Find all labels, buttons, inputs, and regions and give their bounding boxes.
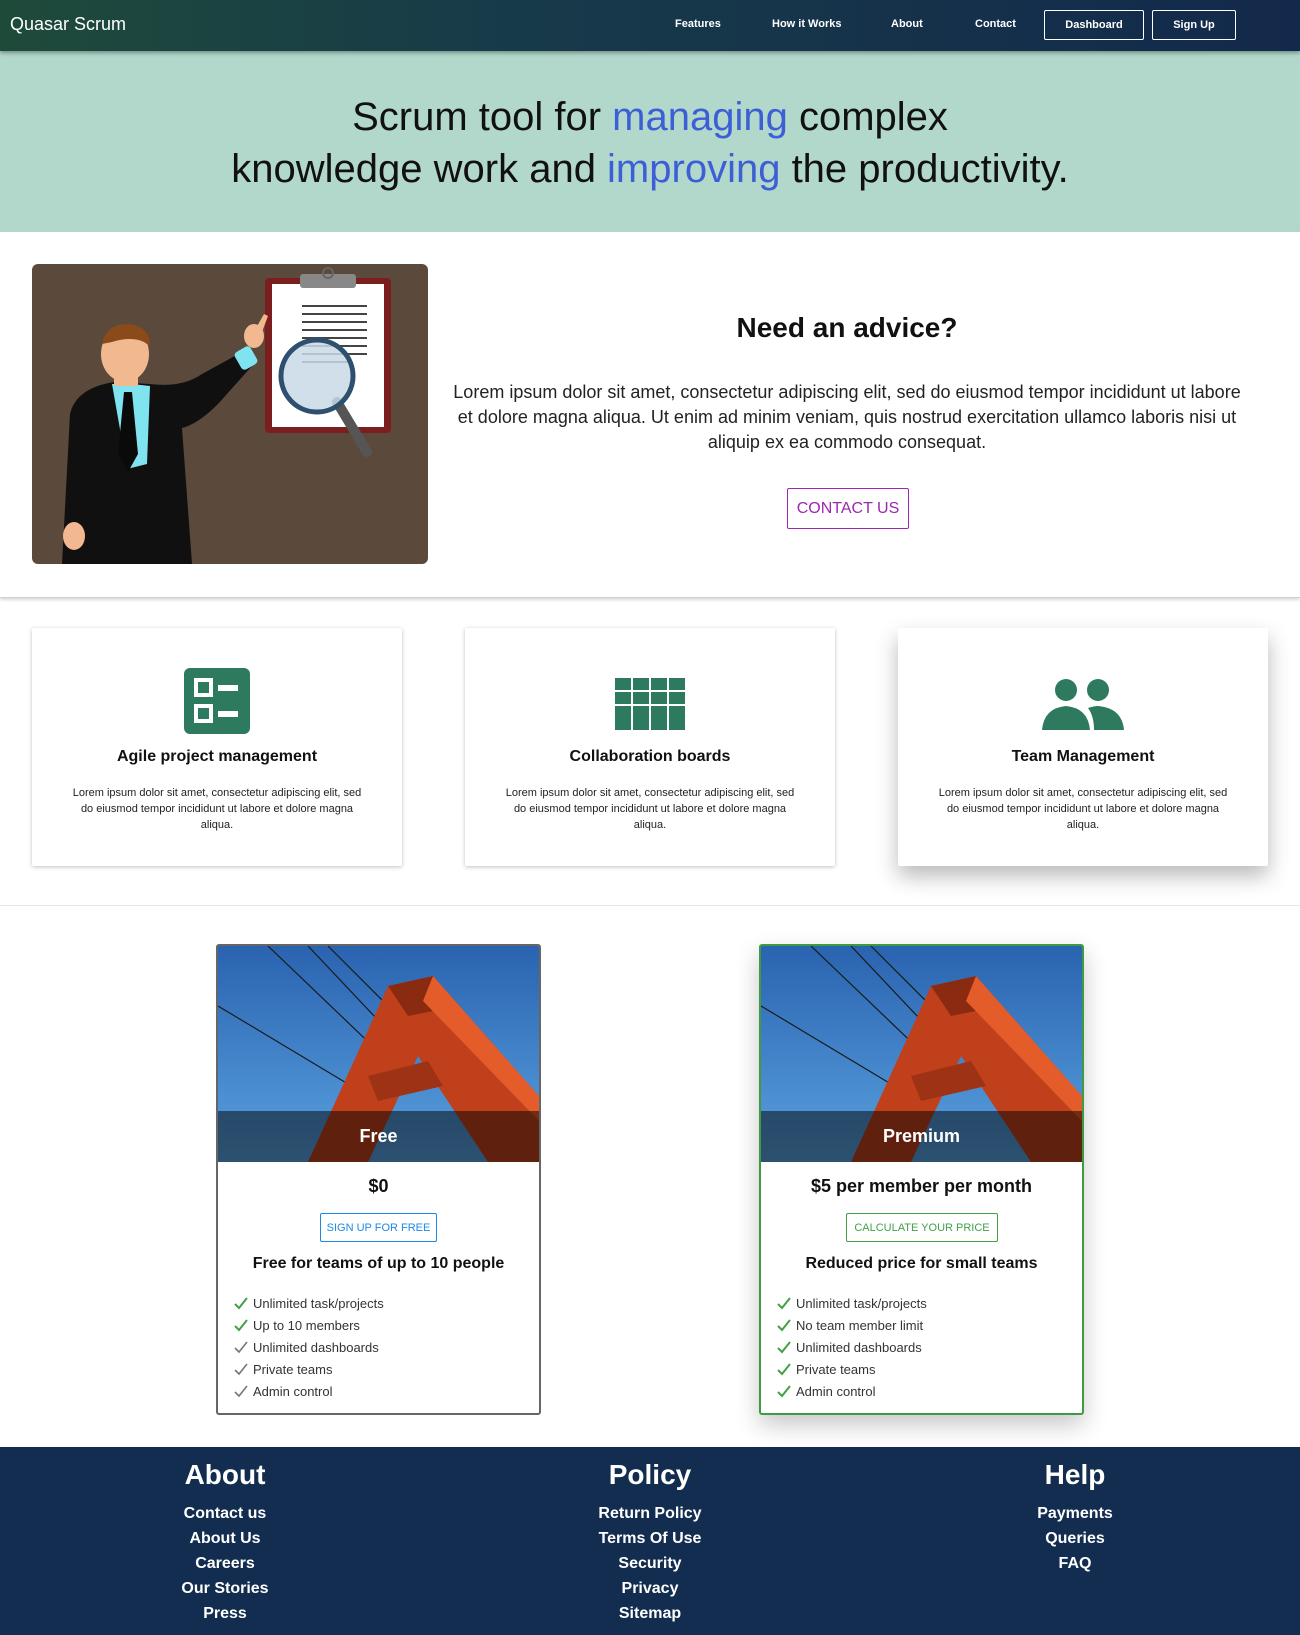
list-item: Admin control bbox=[233, 1380, 384, 1402]
footer-link[interactable]: Terms Of Use bbox=[520, 1526, 780, 1551]
footer-link[interactable]: Press bbox=[95, 1601, 355, 1626]
footer: About Contact us About Us Careers Our St… bbox=[0, 1447, 1300, 1635]
footer-heading: Policy bbox=[608, 1459, 692, 1490]
list-item: Unlimited task/projects bbox=[776, 1292, 927, 1314]
footer-link[interactable]: Sitemap bbox=[520, 1601, 780, 1626]
feature-title: Team Management bbox=[1011, 748, 1155, 765]
list-item: Private teams bbox=[233, 1358, 384, 1380]
plan-feature-label: Unlimited dashboards bbox=[796, 1339, 922, 1355]
list-item: Admin control bbox=[776, 1380, 927, 1402]
footer-heading: Help bbox=[1044, 1459, 1106, 1490]
plan-feature-label: Private teams bbox=[796, 1361, 876, 1377]
check-icon bbox=[777, 1319, 791, 1332]
footer-column-about: About Contact us About Us Careers Our St… bbox=[95, 1457, 355, 1626]
hero-text: Scrum tool for bbox=[352, 95, 613, 139]
plan-feature-label: Unlimited task/projects bbox=[796, 1295, 927, 1311]
list-item: Unlimited task/projects bbox=[233, 1292, 384, 1314]
footer-link[interactable]: Our Stories bbox=[95, 1576, 355, 1601]
footer-link[interactable]: Privacy bbox=[520, 1576, 780, 1601]
list-item: Unlimited dashboards bbox=[233, 1336, 384, 1358]
people-icon bbox=[898, 668, 1268, 738]
signup-button[interactable]: Sign Up bbox=[1152, 10, 1236, 40]
footer-column-help: Help Payments Queries FAQ bbox=[945, 1457, 1205, 1576]
hero-headline: Scrum tool for managing complex knowledg… bbox=[0, 91, 1300, 195]
grid-icon bbox=[465, 668, 835, 738]
footer-link[interactable]: Return Policy bbox=[520, 1501, 780, 1526]
plan-feature-label: Up to 10 members bbox=[253, 1317, 360, 1333]
nav-contact[interactable]: Contact bbox=[975, 18, 1016, 30]
hero-highlight: improving bbox=[607, 147, 781, 191]
nav-features[interactable]: Features bbox=[675, 18, 721, 30]
footer-link[interactable]: Queries bbox=[945, 1526, 1205, 1551]
feature-card: Team Management Lorem ipsum dolor sit am… bbox=[898, 628, 1268, 866]
check-icon bbox=[234, 1297, 248, 1310]
checklist-icon bbox=[32, 668, 402, 738]
brand-title[interactable]: Quasar Scrum bbox=[10, 14, 126, 35]
advice-title: Need an advice? bbox=[736, 312, 958, 343]
pricing-card-free: Free $0 SIGN UP FOR FREE Free for teams … bbox=[216, 944, 541, 1415]
feature-text: Lorem ipsum dolor sit amet, consectetur … bbox=[505, 787, 795, 831]
feature-title: Collaboration boards bbox=[569, 748, 731, 765]
pricing-card-premium: Premium $5 per member per month CALCULAT… bbox=[759, 944, 1084, 1415]
check-icon bbox=[777, 1297, 791, 1310]
top-navbar: Quasar Scrum Features How it Works About… bbox=[0, 0, 1300, 51]
plan-price: $0 bbox=[368, 1176, 389, 1196]
hero-highlight: managing bbox=[612, 95, 788, 139]
advice-section: Need an advice? Lorem ipsum dolor sit am… bbox=[0, 232, 1300, 598]
feature-title: Agile project management bbox=[116, 748, 318, 765]
list-item: Unlimited dashboards bbox=[776, 1336, 927, 1358]
plan-lead: Reduced price for small teams bbox=[805, 1255, 1038, 1272]
plan-feature-label: No team member limit bbox=[796, 1317, 924, 1333]
plan-feature-label: Admin control bbox=[253, 1383, 333, 1399]
footer-link[interactable]: About Us bbox=[95, 1526, 355, 1551]
plan-price: $5 per member per month bbox=[810, 1176, 1033, 1196]
nav-about[interactable]: About bbox=[891, 18, 923, 30]
check-icon bbox=[777, 1385, 791, 1398]
plan-feature-list: Unlimited task/projects No team member l… bbox=[776, 1292, 927, 1402]
footer-link[interactable]: Contact us bbox=[95, 1501, 355, 1526]
contact-us-button[interactable]: CONTACT US bbox=[787, 488, 909, 529]
list-item: Up to 10 members bbox=[233, 1314, 384, 1336]
hero-text: the productivity. bbox=[780, 147, 1069, 191]
check-icon bbox=[234, 1385, 248, 1398]
plan-feature-label: Unlimited task/projects bbox=[253, 1295, 384, 1311]
plan-lead: Free for teams of up to 10 people bbox=[252, 1255, 505, 1272]
footer-link[interactable]: Careers bbox=[95, 1551, 355, 1576]
dashboard-button[interactable]: Dashboard bbox=[1044, 10, 1144, 40]
hero-text: complex bbox=[787, 95, 948, 139]
advice-text: Lorem ipsum dolor sit amet, consectetur … bbox=[453, 382, 1241, 452]
feature-card: Collaboration boards Lorem ipsum dolor s… bbox=[465, 628, 835, 866]
check-icon bbox=[234, 1341, 248, 1354]
plan-feature-list: Unlimited task/projects Up to 10 members… bbox=[233, 1292, 384, 1402]
signup-free-button[interactable]: SIGN UP FOR FREE bbox=[320, 1213, 437, 1242]
footer-link[interactable]: Payments bbox=[945, 1501, 1205, 1526]
check-icon bbox=[777, 1341, 791, 1354]
check-icon bbox=[777, 1363, 791, 1376]
plan-name: Premium bbox=[761, 1111, 1082, 1162]
nav-how-it-works[interactable]: How it Works bbox=[772, 18, 841, 30]
calculate-price-button[interactable]: CALCULATE YOUR PRICE bbox=[846, 1213, 998, 1242]
plan-feature-label: Unlimited dashboards bbox=[253, 1339, 379, 1355]
feature-card: Agile project management Lorem ipsum dol… bbox=[32, 628, 402, 866]
footer-link[interactable]: FAQ bbox=[945, 1551, 1205, 1576]
check-icon bbox=[234, 1319, 248, 1332]
footer-link[interactable]: Security bbox=[520, 1551, 780, 1576]
footer-column-policy: Policy Return Policy Terms Of Use Securi… bbox=[520, 1457, 780, 1626]
check-icon bbox=[234, 1363, 248, 1376]
feature-text: Lorem ipsum dolor sit amet, consectetur … bbox=[938, 787, 1228, 831]
plan-feature-label: Admin control bbox=[796, 1383, 876, 1399]
plan-name: Free bbox=[218, 1111, 539, 1162]
list-item: No team member limit bbox=[776, 1314, 927, 1336]
feature-text: Lorem ipsum dolor sit amet, consectetur … bbox=[72, 787, 362, 831]
plan-feature-label: Private teams bbox=[253, 1361, 333, 1377]
hero-text: knowledge work and bbox=[231, 147, 608, 191]
hero-section: Scrum tool for managing complex knowledg… bbox=[0, 51, 1300, 232]
features-section: Agile project management Lorem ipsum dol… bbox=[0, 598, 1300, 906]
list-item: Private teams bbox=[776, 1358, 927, 1380]
footer-heading: About bbox=[184, 1459, 266, 1490]
presenter-illustration bbox=[32, 264, 428, 564]
